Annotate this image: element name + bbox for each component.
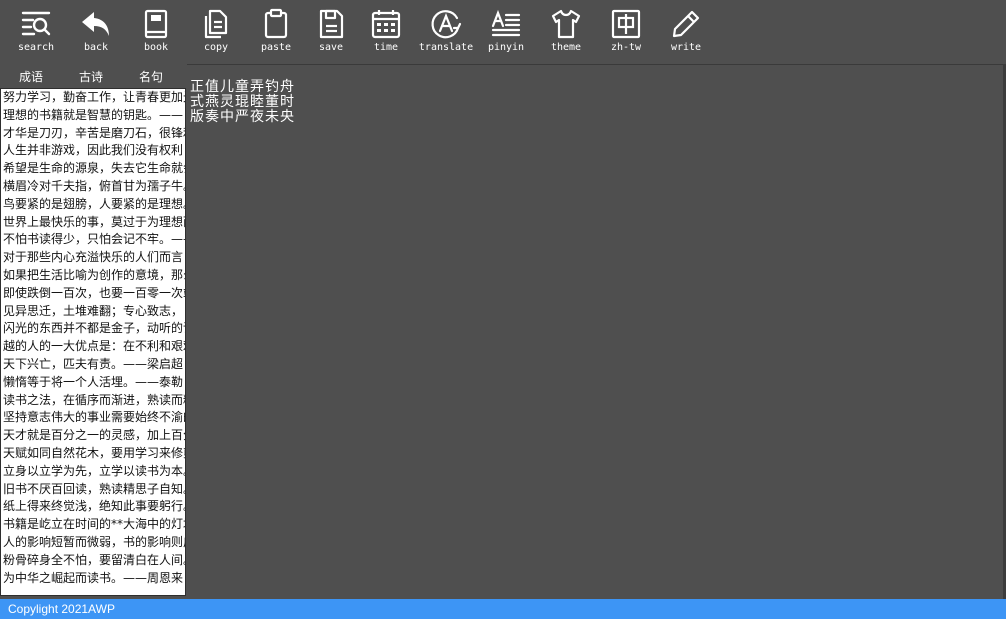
toolbar: search back book copy paste save time tr…	[0, 0, 1006, 64]
zh-tw-label: zh-tw	[610, 42, 642, 53]
copyright-text: Copylight 2021AWP	[8, 602, 115, 616]
list-item[interactable]: 旧书不厌百回读，熟读精思子自知。	[1, 481, 185, 499]
search-icon	[21, 11, 51, 36]
list-item[interactable]: 见异思迁，土堆难翻；专心致志，	[1, 303, 185, 321]
save-label: save	[318, 42, 344, 53]
list-item[interactable]: 闪光的东西并不都是金子，动听的语	[1, 320, 185, 338]
time-button[interactable]: time	[356, 8, 416, 60]
search-button[interactable]: search	[6, 8, 66, 60]
translate-icon	[431, 10, 462, 39]
list-item[interactable]: 如果把生活比喻为创作的意境，那么	[1, 267, 185, 285]
list-item[interactable]: 横眉冷对千夫指，俯首甘为孺子牛。	[1, 178, 185, 196]
book-icon	[144, 9, 168, 39]
list-item[interactable]: 不怕书读得少，只怕会记不牢。——	[1, 231, 185, 249]
content-line: 正值儿童弄钓舟	[190, 79, 295, 95]
list-item[interactable]: 人的影响短暂而微弱，书的影响则广	[1, 534, 185, 552]
tab-idioms[interactable]: 成语	[19, 68, 43, 85]
theme-button[interactable]: theme	[536, 8, 596, 60]
copy-button[interactable]: copy	[186, 8, 246, 60]
list-item[interactable]: 懒惰等于将一个人活埋。——泰勒	[1, 374, 185, 392]
list-item[interactable]: 粉骨碎身全不怕，要留清白在人间。	[1, 552, 185, 570]
tab-poems[interactable]: 古诗	[79, 68, 103, 85]
status-bar: Copylight 2021AWP	[0, 599, 1006, 619]
copy-label: copy	[203, 42, 229, 53]
search-label: search	[17, 42, 55, 53]
list-item[interactable]: 立身以立学为先，立学以读书为本。	[1, 463, 185, 481]
paste-button[interactable]: paste	[246, 8, 306, 60]
time-label: time	[373, 42, 399, 53]
translate-label: translate	[418, 42, 474, 53]
book-label: book	[143, 42, 169, 53]
list-item[interactable]: 坚持意志伟大的事业需要始终不渝的	[1, 409, 185, 427]
theme-label: theme	[550, 42, 582, 53]
list-item[interactable]: 为中华之崛起而读书。——周恩来	[1, 570, 185, 588]
zh-tw-icon	[611, 9, 641, 39]
list-item[interactable]: 天下兴亡，匹夫有责。——梁启超	[1, 356, 185, 374]
list-item[interactable]: 才华是刀刃，辛苦是磨刀石，很锋利	[1, 125, 185, 143]
list-item[interactable]: 天才就是百分之一的灵感，加上百分	[1, 427, 185, 445]
book-button[interactable]: book	[126, 8, 186, 60]
list-item[interactable]: 即使跌倒一百次，也要一百零一次站	[1, 285, 185, 303]
pencil-icon	[672, 10, 700, 38]
content-line: 式燕灵琨睦董时	[190, 94, 295, 110]
list-item[interactable]: 人生并非游戏，因此我们没有权利	[1, 142, 185, 160]
save-icon	[319, 9, 344, 39]
copy-icon	[204, 9, 228, 39]
pinyin-label: pinyin	[487, 42, 525, 53]
list-item[interactable]: 读书之法，在循序而渐进，熟读而精	[1, 392, 185, 410]
pinyin-icon	[491, 9, 521, 37]
list-item[interactable]: 理想的书籍就是智慧的钥匙。——	[1, 107, 185, 125]
save-button[interactable]: save	[301, 8, 361, 60]
paste-label: paste	[260, 42, 292, 53]
pinyin-button[interactable]: pinyin	[476, 8, 536, 60]
category-tabs: 成语 古诗 名句	[0, 64, 187, 88]
list-item[interactable]: 越的人的一大优点是：在不利和艰难	[1, 338, 185, 356]
content-area[interactable]: 正值儿童弄钓舟 式燕灵琨睦董时 版奏中严夜未央	[188, 80, 1004, 596]
write-button[interactable]: write	[656, 8, 716, 60]
shirt-icon	[551, 9, 581, 39]
back-button[interactable]: back	[66, 8, 126, 60]
list-item[interactable]: 纸上得来终觉浅，绝知此事要躬行。	[1, 498, 185, 516]
list-item[interactable]: 对于那些内心充溢快乐的人们而言	[1, 249, 185, 267]
tab-quotes[interactable]: 名句	[139, 68, 163, 85]
quotes-list[interactable]: 努力学习，勤奋工作，让青春更加光 理想的书籍就是智慧的钥匙。—— 才华是刀刃，辛…	[0, 88, 186, 596]
write-label: write	[670, 42, 702, 53]
calendar-icon	[371, 10, 401, 39]
translate-button[interactable]: translate	[416, 8, 476, 60]
clipboard-icon	[264, 8, 288, 39]
list-item[interactable]: 努力学习，勤奋工作，让青春更加光	[1, 89, 185, 107]
back-arrow-icon	[82, 12, 109, 36]
list-item[interactable]: 鸟要紧的是翅膀，人要紧的是理想。	[1, 196, 185, 214]
list-item[interactable]: 书籍是屹立在时间的**大海中的灯塔	[1, 516, 185, 534]
back-label: back	[83, 42, 109, 53]
list-item[interactable]: 世界上最快乐的事，莫过于为理想而	[1, 214, 185, 232]
zh-tw-button[interactable]: zh-tw	[596, 8, 656, 60]
list-item[interactable]: 天赋如同自然花木，要用学习来修剪	[1, 445, 185, 463]
content-top-border	[187, 64, 1004, 65]
content-line: 版奏中严夜未央	[190, 109, 295, 125]
list-item[interactable]: 希望是生命的源泉，失去它生命就会	[1, 160, 185, 178]
